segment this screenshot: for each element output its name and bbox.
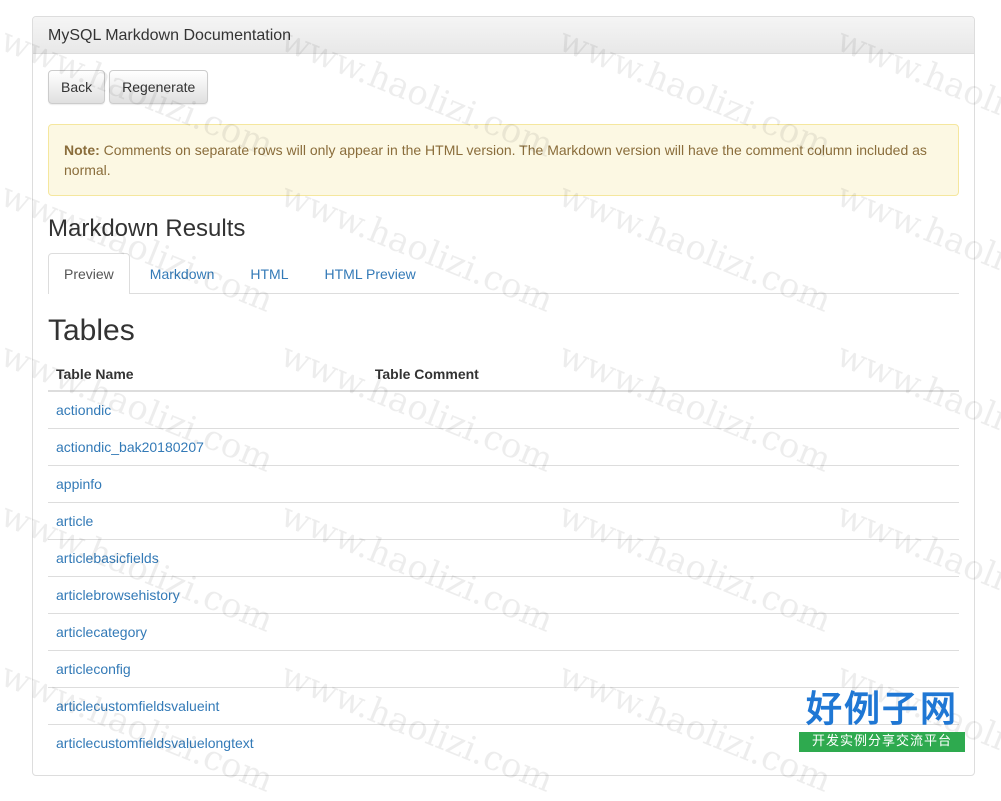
table-row: articlecategory: [48, 613, 959, 651]
back-button[interactable]: Back: [48, 70, 106, 104]
panel-body: Back Regenerate Note: Comments on separa…: [33, 54, 974, 761]
site-logo: 好例子网 开发实例分享交流平台: [799, 688, 965, 752]
table-name-link[interactable]: article: [56, 513, 93, 529]
toolbar: Back Regenerate: [48, 70, 959, 104]
results-tabs: Preview Markdown HTML HTML Preview: [48, 253, 959, 294]
note-alert: Note: Comments on separate rows will onl…: [48, 124, 959, 196]
table-name-link[interactable]: actiondic: [56, 402, 111, 418]
table-name-link[interactable]: articlecustomfieldsvaluelongtext: [56, 735, 254, 751]
table-comment-cell: [366, 576, 959, 614]
table-comment-cell: [366, 390, 959, 429]
table-name-cell: articlecustomfieldsvalueint: [48, 687, 367, 725]
tables-heading: Tables: [48, 314, 135, 347]
note-text: Comments on separate rows will only appe…: [64, 142, 927, 178]
table-name-link[interactable]: articlecategory: [56, 624, 147, 640]
table-name-cell: articlebrowsehistory: [48, 576, 367, 614]
table-row: articleconfig: [48, 650, 959, 688]
column-header-table-name: Table Name: [48, 358, 367, 392]
table-name-cell: articlecategory: [48, 613, 367, 651]
logo-main-text: 好例子网: [805, 689, 958, 730]
table-comment-cell: [366, 613, 959, 651]
tab-markdown[interactable]: Markdown: [134, 253, 231, 293]
table-name-cell: articlecustomfieldsvaluelongtext: [48, 724, 367, 761]
main-panel: MySQL Markdown Documentation Back Regene…: [32, 16, 975, 776]
table-name-cell: actiondic_bak20180207: [48, 428, 367, 466]
table-name-cell: appinfo: [48, 465, 367, 503]
column-header-table-comment: Table Comment: [366, 358, 959, 392]
table-comment-cell: [366, 539, 959, 577]
table-name-link[interactable]: articlebrowsehistory: [56, 587, 180, 603]
logo-sub-text: 开发实例分享交流平台: [799, 732, 965, 752]
table-name-link[interactable]: articleconfig: [56, 661, 131, 677]
table-row: actiondic: [48, 390, 959, 429]
table-name-link[interactable]: articlecustomfieldsvalueint: [56, 698, 219, 714]
table-row: appinfo: [48, 465, 959, 503]
table-name-link[interactable]: articlebasicfields: [56, 550, 159, 566]
panel-title: MySQL Markdown Documentation: [33, 17, 974, 54]
table-row: articlebasicfields: [48, 539, 959, 577]
table-row: article: [48, 502, 959, 540]
results-heading: Markdown Results: [48, 215, 246, 242]
table-name-link[interactable]: appinfo: [56, 476, 102, 492]
note-prefix: Note:: [64, 142, 100, 158]
table-name-link[interactable]: actiondic_bak20180207: [56, 439, 204, 455]
table-row: articlebrowsehistory: [48, 576, 959, 614]
table-name-cell: article: [48, 502, 367, 540]
table-row: actiondic_bak20180207: [48, 428, 959, 466]
table-name-cell: articleconfig: [48, 650, 367, 688]
table-header-row: Table Name Table Comment: [48, 358, 959, 392]
table-name-cell: actiondic: [48, 390, 367, 429]
regenerate-button[interactable]: Regenerate: [109, 70, 209, 104]
tab-html-preview[interactable]: HTML Preview: [309, 253, 432, 293]
tab-html[interactable]: HTML: [234, 253, 304, 293]
table-comment-cell: [366, 650, 959, 688]
table-comment-cell: [366, 465, 959, 503]
table-name-cell: articlebasicfields: [48, 539, 367, 577]
table-comment-cell: [366, 502, 959, 540]
table-comment-cell: [366, 428, 959, 466]
tab-preview[interactable]: Preview: [48, 253, 130, 294]
